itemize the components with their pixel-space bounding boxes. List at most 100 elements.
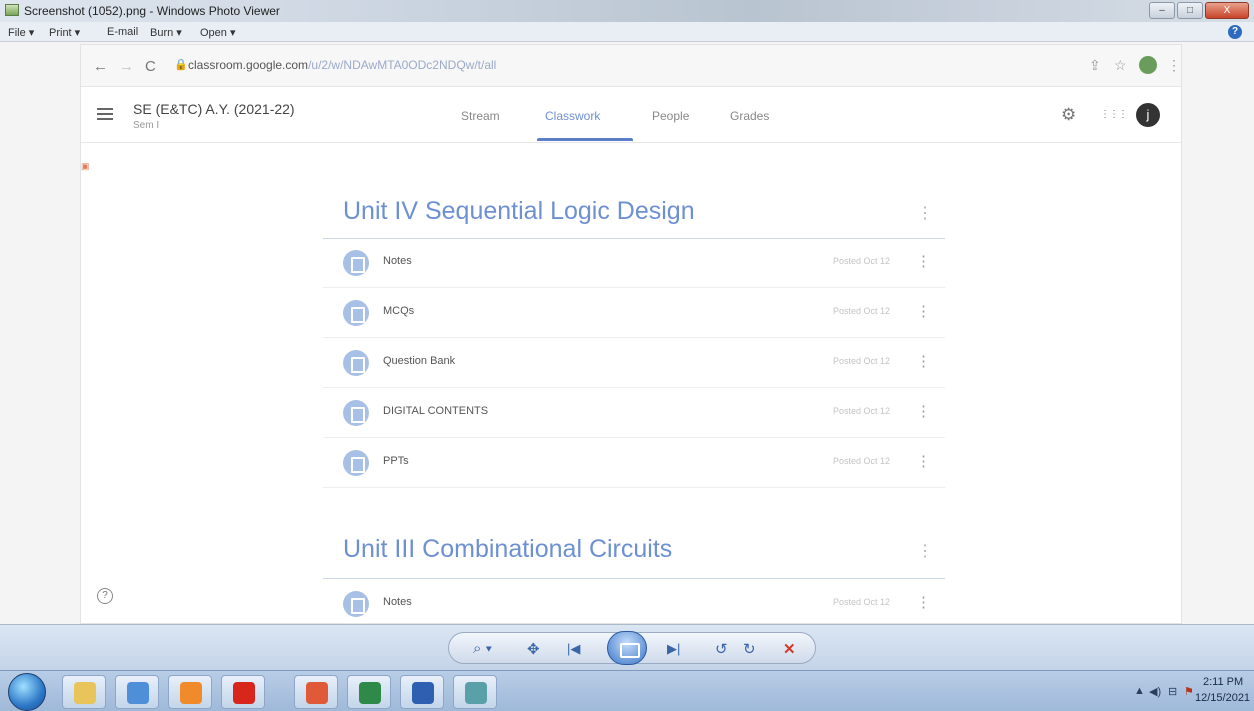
- next-button[interactable]: ▶|: [667, 641, 680, 657]
- posted-date: Posted Oct 12: [833, 356, 891, 366]
- menu-email[interactable]: E-mail: [107, 26, 138, 38]
- taskbar-photo-viewer[interactable]: [453, 675, 497, 709]
- hamburger-menu-icon[interactable]: [97, 108, 113, 120]
- slideshow-button[interactable]: [607, 631, 647, 665]
- previous-button[interactable]: |◀: [567, 641, 580, 657]
- maximize-button[interactable]: □: [1177, 2, 1203, 19]
- item-title: Question Bank: [383, 355, 456, 367]
- taskbar-excel[interactable]: [347, 675, 391, 709]
- material-icon: [343, 400, 369, 426]
- window-title-bar: Screenshot (1052).png - Windows Photo Vi…: [0, 0, 1254, 22]
- tab-grades[interactable]: Grades: [730, 109, 769, 123]
- window-controls: – □ X: [1149, 2, 1249, 19]
- more-options-icon[interactable]: ⋮: [916, 593, 931, 611]
- menu-open[interactable]: Open ▾: [200, 26, 236, 39]
- class-section: Sem I: [133, 120, 160, 131]
- opera-icon: [233, 682, 255, 704]
- url-domain: classroom.google.com: [188, 58, 309, 72]
- menu-burn[interactable]: Burn ▾: [150, 26, 182, 39]
- material-icon: [343, 450, 369, 476]
- topic-title-unit-iii[interactable]: Unit III Combinational Circuits: [343, 535, 672, 564]
- classroom-header: SE (E&TC) A.Y. (2021-22) Sem I Stream Cl…: [81, 87, 1181, 143]
- photo-viewer-app-icon: [5, 4, 19, 16]
- notification-icon: ▣: [81, 161, 90, 171]
- list-item[interactable]: Notes Posted Oct 12 ⋮: [323, 238, 945, 288]
- menu-bar: File ▾ Print ▾ E-mail Burn ▾ Open ▾ ?: [0, 22, 1254, 42]
- item-title: PPTs: [383, 455, 409, 467]
- tab-people[interactable]: People: [652, 109, 689, 123]
- word-icon: [412, 682, 434, 704]
- more-options-icon[interactable]: ⋮: [916, 352, 931, 370]
- material-icon: [343, 300, 369, 326]
- zoom-icon[interactable]: ⌕ ▾: [473, 640, 492, 657]
- close-window-button[interactable]: X: [1205, 2, 1249, 19]
- material-icon: [343, 250, 369, 276]
- minimize-button[interactable]: –: [1149, 2, 1175, 19]
- excel-icon: [359, 682, 381, 704]
- posted-date: Posted Oct 12: [833, 456, 891, 466]
- list-item[interactable]: DIGITAL CONTENTS Posted Oct 12 ⋮: [323, 388, 945, 438]
- url-field[interactable]: classroom.google.com/u/2/w/NDAwMTA0ODc2N…: [188, 58, 496, 72]
- help-icon[interactable]: ?: [1228, 25, 1242, 39]
- taskbar-file-explorer[interactable]: [62, 675, 106, 709]
- profile-icon[interactable]: [1139, 56, 1157, 74]
- item-title: MCQs: [383, 305, 415, 317]
- delete-icon[interactable]: ✕: [783, 640, 796, 658]
- volume-icon[interactable]: ◀): [1149, 685, 1161, 698]
- url-path: /u/2/w/NDAwMTA0ODc2NDQw/t/all: [308, 58, 497, 72]
- forward-arrow-icon[interactable]: →: [119, 58, 134, 75]
- item-title: Notes: [383, 255, 412, 267]
- topic-more-icon[interactable]: ⋮: [917, 203, 933, 223]
- browser-menu-icon[interactable]: ⋮: [1167, 57, 1181, 74]
- rotate-right-icon[interactable]: ↻: [743, 640, 756, 658]
- reload-icon[interactable]: C: [145, 58, 156, 75]
- viewer-controls: ⌕ ▾ ✥ |◀ ▶| ↺ ↻ ✕: [448, 631, 816, 665]
- more-options-icon[interactable]: ⋮: [916, 252, 931, 270]
- list-item[interactable]: MCQs Posted Oct 12 ⋮: [323, 288, 945, 338]
- help-icon[interactable]: ?: [97, 588, 113, 604]
- actual-size-icon[interactable]: ✥: [527, 640, 540, 658]
- material-icon: [343, 350, 369, 376]
- tab-stream[interactable]: Stream: [461, 109, 500, 123]
- topic-title-unit-iv[interactable]: Unit IV Sequential Logic Design: [343, 197, 695, 226]
- start-button[interactable]: [8, 673, 46, 711]
- taskbar-word[interactable]: [400, 675, 444, 709]
- bookmark-star-icon[interactable]: ☆: [1114, 57, 1127, 74]
- menu-print[interactable]: Print ▾: [49, 26, 80, 39]
- share-icon[interactable]: ⇪: [1089, 57, 1101, 74]
- class-name[interactable]: SE (E&TC) A.Y. (2021-22): [133, 101, 295, 117]
- internet-explorer-icon: [127, 682, 149, 704]
- taskbar-chrome[interactable]: [294, 675, 338, 709]
- menu-file[interactable]: File ▾: [8, 26, 34, 39]
- taskbar-media-player[interactable]: [168, 675, 212, 709]
- posted-date: Posted Oct 12: [833, 256, 891, 266]
- browser-window: ← → C 🔒 classroom.google.com/u/2/w/NDAwM…: [80, 44, 1182, 624]
- lock-icon: 🔒: [174, 59, 188, 71]
- show-hidden-icons-icon[interactable]: ▲: [1134, 685, 1145, 697]
- more-options-icon[interactable]: ⋮: [916, 402, 931, 420]
- media-player-icon: [180, 682, 202, 704]
- back-arrow-icon[interactable]: ←: [93, 58, 108, 75]
- gear-icon[interactable]: ⚙: [1061, 105, 1076, 125]
- window-title: Screenshot (1052).png - Windows Photo Vi…: [24, 4, 280, 18]
- rotate-left-icon[interactable]: ↺: [715, 640, 728, 658]
- clock-date[interactable]: 12/15/2021: [1195, 692, 1250, 704]
- action-center-flag-icon[interactable]: ⚑: [1184, 685, 1194, 698]
- list-item[interactable]: PPTs Posted Oct 12 ⋮: [323, 438, 945, 488]
- list-item[interactable]: Notes Posted Oct 12 ⋮: [323, 579, 945, 623]
- taskbar-internet-explorer[interactable]: [115, 675, 159, 709]
- tab-classwork[interactable]: Classwork: [545, 109, 600, 123]
- avatar[interactable]: j: [1136, 103, 1160, 127]
- topic-more-icon[interactable]: ⋮: [917, 541, 933, 561]
- taskbar: ▲ ◀) ⊟ ⚑ 2:11 PM 12/15/2021: [0, 670, 1254, 711]
- clock-time[interactable]: 2:11 PM: [1203, 676, 1243, 688]
- more-options-icon[interactable]: ⋮: [916, 452, 931, 470]
- more-options-icon[interactable]: ⋮: [916, 302, 931, 320]
- taskbar-opera[interactable]: [221, 675, 265, 709]
- network-icon[interactable]: ⊟: [1168, 685, 1177, 698]
- list-item[interactable]: Question Bank Posted Oct 12 ⋮: [323, 338, 945, 388]
- posted-date: Posted Oct 12: [833, 597, 891, 607]
- folder-icon: [74, 682, 96, 704]
- address-bar: ← → C 🔒 classroom.google.com/u/2/w/NDAwM…: [81, 45, 1181, 87]
- apps-grid-icon[interactable]: ⋮⋮⋮: [1100, 109, 1128, 120]
